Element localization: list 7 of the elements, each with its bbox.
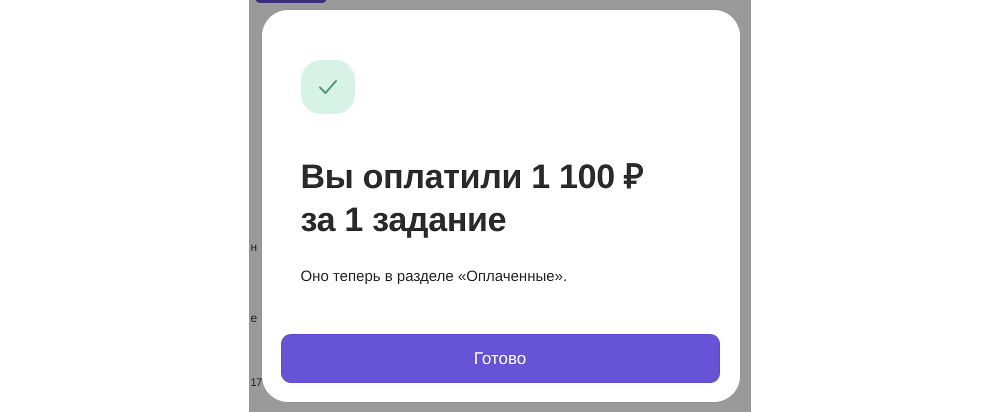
check-icon xyxy=(318,79,338,95)
dialog-message: Оно теперь в разделе «Оплаченные». xyxy=(300,267,568,287)
done-button[interactable]: Готово xyxy=(280,334,720,383)
background-text: е xyxy=(250,311,258,326)
background-text: н xyxy=(250,240,258,255)
background-text: 17 xyxy=(250,376,262,391)
dialog-title: Вы оплатили 1 100 ₽ за 1 задание xyxy=(300,157,645,241)
